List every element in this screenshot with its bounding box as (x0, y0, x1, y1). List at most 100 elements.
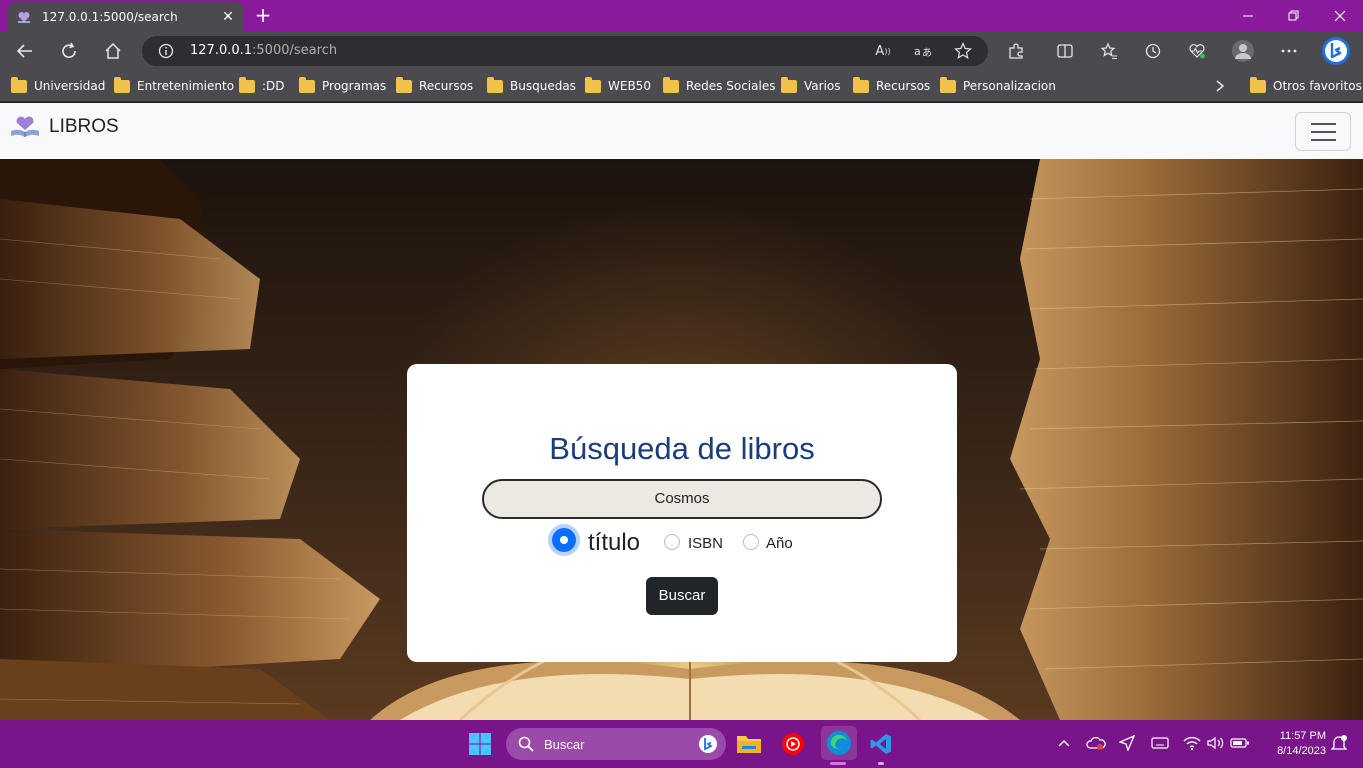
search-icon (518, 736, 534, 752)
battery-icon (1230, 738, 1249, 748)
clock-time: 11:57 PM (1279, 730, 1326, 742)
search-submit-button[interactable]: Buscar (646, 577, 718, 615)
cloud-sync-icon (1086, 736, 1106, 750)
read-aloud-icon[interactable]: A)) (872, 41, 894, 61)
vscode-icon (870, 734, 891, 754)
radio-titulo[interactable] (552, 528, 576, 552)
new-tab-button[interactable]: + (252, 4, 274, 26)
reload-button[interactable] (55, 38, 83, 64)
bookmark-folder[interactable]: Programas (299, 76, 386, 96)
edge-browser-icon (827, 731, 851, 755)
url-host: 127.0.0.1 (190, 43, 253, 58)
battery-tray-icon[interactable] (1229, 732, 1251, 754)
vscode-taskbar-button[interactable] (865, 728, 897, 760)
folder-icon (940, 76, 956, 93)
location-arrow-icon (1119, 735, 1135, 751)
bookmark-other-favorites[interactable]: Otros favoritos (1250, 76, 1362, 96)
folder-icon (239, 76, 255, 93)
restore-button[interactable] (1271, 0, 1317, 32)
search-card: Búsqueda de libros Cosmos título ISBN Añ… (407, 364, 957, 662)
bookmarks-overflow-chevron[interactable] (1214, 76, 1226, 96)
bookmark-folder[interactable]: Recursos (853, 76, 930, 96)
bookmark-folder[interactable]: Redes Sociales (663, 76, 775, 96)
folder-icon (396, 76, 412, 93)
radio-label-anio: Año (766, 535, 793, 552)
keyboard-tray-icon[interactable] (1149, 732, 1171, 754)
taskbar-clock[interactable]: 11:57 PM 8/14/2023 (1256, 729, 1326, 759)
folder-icon (663, 76, 679, 93)
search-input[interactable]: Cosmos (482, 479, 882, 519)
bookmark-label: Recursos (419, 79, 474, 93)
edge-taskbar-button[interactable] (821, 726, 857, 760)
bookmark-label: Redes Sociales (686, 79, 776, 93)
navbar-toggler-button[interactable] (1295, 112, 1351, 151)
copilot-button[interactable] (1320, 35, 1352, 67)
bing-icon (699, 735, 717, 753)
location-tray-icon[interactable] (1116, 732, 1138, 754)
volume-tray-icon[interactable] (1205, 732, 1227, 754)
wifi-icon (1183, 736, 1201, 750)
taskbar-search-box[interactable]: Buscar (506, 728, 726, 760)
notification-bell-icon (1331, 735, 1347, 750)
performance-button[interactable] (1183, 38, 1211, 64)
bookmark-label: WEB50 (608, 79, 651, 93)
onedrive-tray-icon[interactable] (1085, 732, 1107, 754)
extensions-button[interactable] (1002, 38, 1030, 64)
folder-icon (1250, 76, 1266, 93)
brand-link[interactable]: LIBROS (9, 115, 119, 139)
library-background-image: Búsqueda de libros Cosmos título ISBN Añ… (0, 159, 1363, 720)
bookmark-folder[interactable]: :DD (239, 76, 285, 96)
heart-book-logo-icon (11, 116, 39, 137)
notifications-tray-icon[interactable] (1328, 732, 1350, 754)
more-menu-button[interactable] (1275, 38, 1303, 64)
start-button[interactable] (464, 728, 496, 760)
browser-tab-active[interactable]: 127.0.0.1:5000/search ✕ (8, 2, 244, 32)
bookmark-folder[interactable]: Universidad (11, 76, 105, 96)
folder-icon (487, 76, 503, 93)
bookmark-folder[interactable]: Entretenimiento (114, 76, 234, 96)
bookmark-label: Entretenimiento (137, 79, 235, 93)
favorites-button[interactable] (1095, 38, 1123, 64)
favorite-star-icon[interactable] (952, 41, 974, 61)
profile-avatar[interactable] (1229, 38, 1257, 64)
file-explorer-taskbar-button[interactable] (733, 728, 765, 760)
wifi-tray-icon[interactable] (1181, 732, 1203, 754)
folder-icon (299, 76, 315, 93)
keyboard-icon (1151, 737, 1169, 749)
close-window-button[interactable] (1317, 0, 1363, 32)
folder-icon (585, 76, 601, 93)
bookmark-folder[interactable]: Recursos (396, 76, 473, 96)
folder-icon (114, 76, 130, 93)
bookmark-folder[interactable]: Busquedas (487, 76, 576, 96)
translate-icon[interactable]: aあ (912, 41, 934, 61)
split-screen-button[interactable] (1051, 38, 1079, 64)
tray-overflow-button[interactable] (1053, 732, 1075, 754)
browser-tab-strip: 127.0.0.1:5000/search ✕ + (0, 0, 1363, 32)
home-button[interactable] (99, 38, 127, 64)
bookmark-folder[interactable]: Varios (781, 76, 841, 96)
minimize-button[interactable] (1225, 0, 1271, 32)
youtube-music-taskbar-button[interactable] (777, 728, 809, 760)
brand-name: LIBROS (49, 116, 119, 137)
bookmarks-bar: Universidad Entretenimiento :DD Programa… (0, 70, 1363, 102)
radio-anio[interactable] (743, 534, 759, 550)
back-button[interactable] (11, 38, 39, 64)
bookmark-folder[interactable]: Personalizacion (940, 76, 1056, 96)
avatar-icon (1232, 40, 1254, 62)
bookmark-label: Varios (804, 79, 841, 93)
hamburger-icon-bar (1310, 130, 1336, 133)
history-icon (1145, 43, 1161, 59)
heartbeat-icon (1189, 44, 1205, 59)
address-bar[interactable]: 127.0.0.1:5000/search A)) aあ (142, 36, 988, 66)
bing-copilot-icon (1322, 37, 1350, 65)
radio-isbn[interactable] (664, 534, 680, 550)
reload-icon (62, 42, 76, 58)
folder-icon (737, 736, 761, 753)
bookmark-label: :DD (262, 79, 285, 93)
back-arrow-icon (16, 44, 32, 58)
history-button[interactable] (1139, 38, 1167, 64)
tab-close-icon[interactable]: ✕ (220, 9, 236, 25)
hamburger-icon-bar (1310, 122, 1336, 125)
bookmark-folder[interactable]: WEB50 (585, 76, 651, 96)
site-info-icon[interactable] (158, 43, 174, 62)
